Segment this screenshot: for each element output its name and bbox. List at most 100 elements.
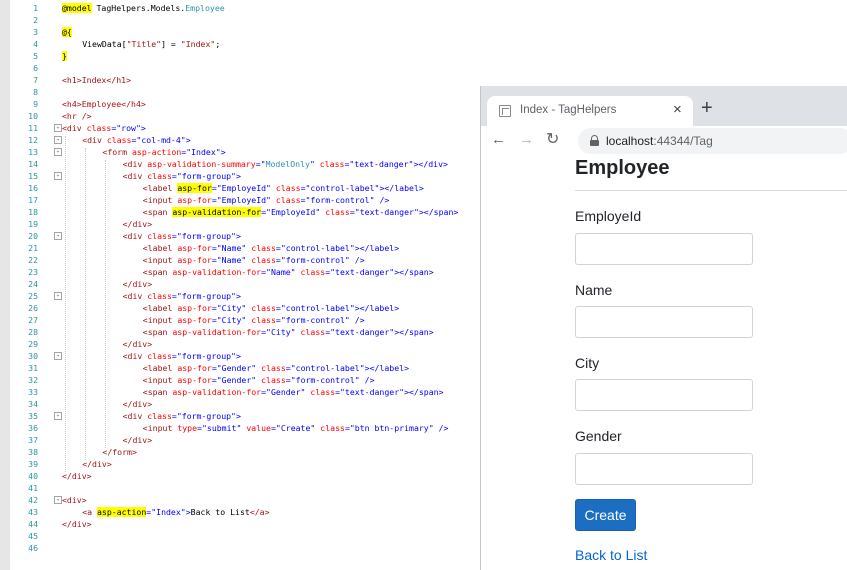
line-number: 3 [33, 27, 38, 37]
code-line[interactable]: 19 </div> [0, 218, 480, 230]
code-line[interactable]: 8 [0, 86, 480, 98]
collapse-outline-icon[interactable]: - [54, 124, 62, 132]
collapse-outline-icon[interactable]: - [54, 412, 62, 420]
code-line[interactable]: 38 </form> [0, 446, 480, 458]
collapse-outline-icon[interactable]: - [54, 292, 62, 300]
code-line[interactable]: 41 [0, 482, 480, 494]
code-line[interactable]: 14 <div asp-validation-summary="ModelOnly… [0, 158, 480, 170]
lock-icon[interactable] [590, 135, 599, 146]
code-text: </div> [122, 279, 153, 289]
code-line[interactable]: 11 - <div class="row"> [0, 122, 480, 134]
code-line[interactable]: 26 <label asp-for="City" class="control-l… [0, 302, 480, 314]
collapse-outline-icon[interactable]: - [54, 172, 62, 180]
code-text: <div class="row"> [62, 123, 146, 133]
code-line[interactable]: 33 <span asp-validation-for="Gender" clas… [0, 386, 480, 398]
code-line[interactable]: 5} [0, 50, 480, 62]
code-text: <label asp-for="EmployeId" class="contro… [142, 183, 424, 193]
code-line[interactable]: 34 </div> [0, 398, 480, 410]
code-line[interactable]: 37 </div> [0, 434, 480, 446]
line-number: 10 [28, 111, 38, 121]
code-text: </div> [82, 459, 112, 469]
indent-guide [65, 136, 66, 472]
code-line[interactable]: 2 [0, 14, 480, 26]
collapse-outline-icon[interactable]: - [54, 136, 62, 144]
line-number: 45 [28, 531, 38, 541]
code-line[interactable]: 3 @{ [0, 26, 480, 38]
forward-arrow-icon[interactable]: → [519, 132, 534, 148]
code-line[interactable]: 45 [0, 530, 480, 542]
code-line[interactable]: 10 <hr /> [0, 110, 480, 122]
code-line[interactable]: 15 - <div class="form-group"> [0, 170, 480, 182]
code-text: <label asp-for="Gender" class="control-l… [142, 363, 410, 373]
code-line[interactable]: 36 <input type="submit" value="Create" cl… [0, 422, 480, 434]
code-line[interactable]: 46 [0, 542, 480, 554]
tab-title: Index - TagHelpers [520, 104, 617, 116]
code-line[interactable]: 21 <label asp-for="Name" class="control-l… [0, 242, 480, 254]
line-number: 32 [28, 375, 38, 385]
collapse-outline-icon[interactable]: - [54, 496, 62, 504]
line-number: 34 [28, 399, 38, 409]
line-number: 38 [28, 447, 38, 457]
address-url: localhost:44344/Tag [606, 134, 713, 148]
line-number: 23 [28, 267, 38, 277]
code-text: <input asp-for="EmployeId" class="form-c… [142, 195, 390, 205]
code-line[interactable]: 13 - <form asp-action="Index"> [0, 146, 480, 158]
line-number: 21 [28, 243, 38, 253]
collapse-outline-icon[interactable]: - [54, 352, 62, 360]
code-line[interactable]: 44 </div> [0, 518, 480, 530]
code-line[interactable]: 40 </div> [0, 470, 480, 482]
code-text: <input asp-for="Name" class="form-contro… [142, 255, 365, 265]
code-line[interactable]: 24 </div> [0, 278, 480, 290]
code-line[interactable]: 39 </div> [0, 458, 480, 470]
code-line[interactable]: 22 <input asp-for="Name" class="form-cont… [0, 254, 480, 266]
code-line[interactable]: 42 - <div> [0, 494, 480, 506]
code-line[interactable]: 35 - <div class="form-group"> [0, 410, 480, 422]
code-line[interactable]: 1 @model TagHelpers.Models.Employee [0, 2, 480, 14]
page-favicon-icon [499, 105, 511, 117]
code-line[interactable]: 25 - <div class="form-group"> [0, 290, 480, 302]
gender-input[interactable] [575, 453, 753, 485]
code-line[interactable]: 18 <span asp-validation-for="EmployeId" c… [0, 206, 480, 218]
city-input[interactable] [575, 379, 753, 411]
reload-icon[interactable]: ↻ [546, 132, 559, 148]
address-bar[interactable]: localhost:44344/Tag [578, 128, 847, 154]
code-line[interactable]: 16 <label asp-for="EmployeId" class="cont… [0, 182, 480, 194]
code-text: <div class="form-group"> [122, 351, 241, 361]
code-line[interactable]: 17 <input asp-for="EmployeId" class="form… [0, 194, 480, 206]
code-line[interactable]: 4 ViewData["Title"] = "Index"; [0, 38, 480, 50]
code-text: <span asp-validation-for="EmployeId" cla… [142, 207, 459, 217]
page-heading: Employee [575, 157, 670, 179]
collapse-outline-icon[interactable]: - [54, 232, 62, 240]
code-line[interactable]: 6 [0, 62, 480, 74]
code-line[interactable]: 32 <input asp-for="Gender" class="form-co… [0, 374, 480, 386]
tab-close-icon[interactable]: × [673, 101, 682, 118]
create-button[interactable]: Create [575, 499, 636, 531]
code-line[interactable]: 43 <a asp-action="Index">Back to List</a> [0, 506, 480, 518]
code-line[interactable]: 7 <h1>Index</h1> [0, 74, 480, 86]
line-number: 41 [28, 483, 38, 493]
name-input[interactable] [575, 306, 753, 338]
code-line[interactable]: 23 <span asp-validation-for="Name" class=… [0, 266, 480, 278]
line-number: 8 [33, 87, 38, 97]
code-line[interactable]: 30 - <div class="form-group"> [0, 350, 480, 362]
page-content: Employee EmployeId Name City Gender Crea… [481, 156, 847, 570]
code-line[interactable]: 31 <label asp-for="Gender" class="control… [0, 362, 480, 374]
collapse-outline-icon[interactable]: - [54, 148, 62, 156]
line-number: 22 [28, 255, 38, 265]
code-line[interactable]: 12 - <div class="col-md-4"> [0, 134, 480, 146]
employeid-input[interactable] [575, 233, 753, 265]
back-to-list-link[interactable]: Back to List [575, 547, 647, 563]
code-text: <div class="form-group"> [122, 411, 241, 421]
city-label: City [575, 355, 600, 371]
line-number: 25 [28, 291, 38, 301]
code-line[interactable]: 9 <h4>Employee</h4> [0, 98, 480, 110]
code-line[interactable]: 27 <input asp-for="City" class="form-cont… [0, 314, 480, 326]
new-tab-icon[interactable]: + [701, 98, 713, 118]
code-line[interactable]: 28 <span asp-validation-for="City" class=… [0, 326, 480, 338]
code-line[interactable]: 20 - <div class="form-group"> [0, 230, 480, 242]
back-arrow-icon[interactable]: ← [491, 132, 506, 148]
line-number: 11 [28, 123, 38, 133]
code-line[interactable]: 29 </div> [0, 338, 480, 350]
browser-tab[interactable]: Index - TagHelpers × [487, 96, 693, 126]
code-text: <label asp-for="City" class="control-lab… [142, 303, 400, 313]
